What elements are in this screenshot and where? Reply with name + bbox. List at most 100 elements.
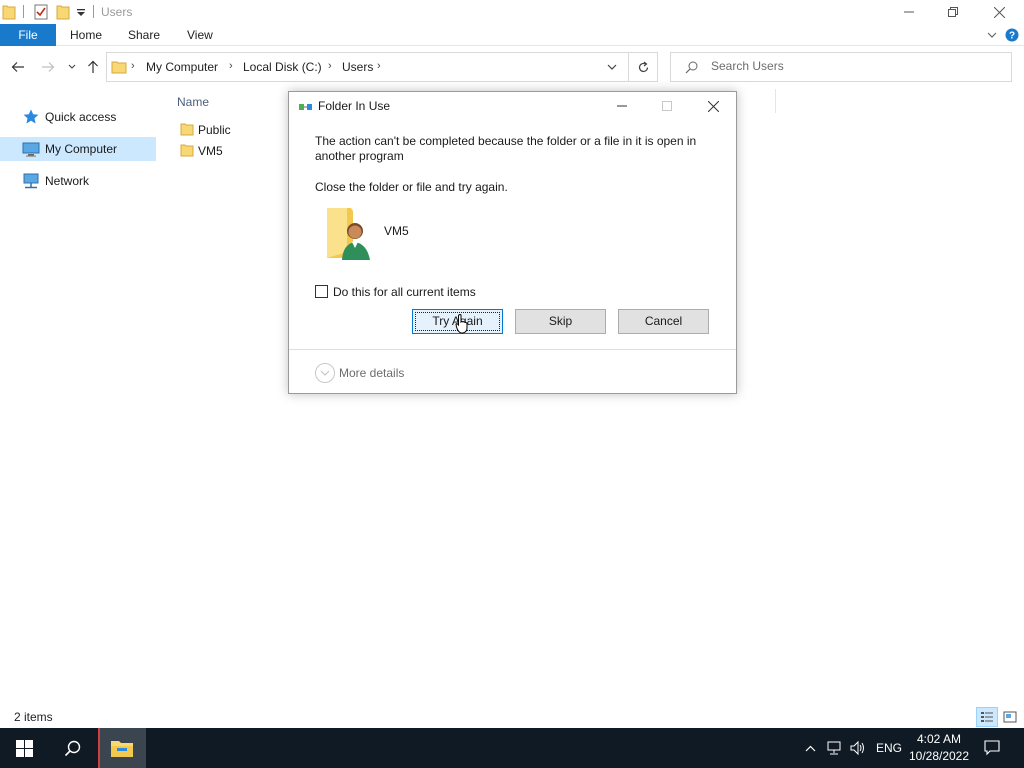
sidebar-item-label: My Computer — [45, 142, 118, 156]
navigation-pane: Quick access My Computer Network — [0, 87, 156, 705]
chevron-right-icon[interactable]: › — [131, 60, 135, 72]
large-icons-view-button[interactable] — [999, 707, 1021, 727]
show-hidden-icons-button[interactable] — [802, 728, 818, 768]
search-input[interactable] — [711, 59, 991, 73]
folder-icon — [111, 61, 127, 74]
tab-home[interactable]: Home — [70, 24, 102, 46]
sidebar-item-label: Network — [45, 174, 90, 188]
forward-arrow-icon — [42, 62, 55, 72]
apply-to-all-checkbox[interactable] — [315, 285, 328, 298]
recent-locations-button[interactable] — [62, 57, 82, 77]
svg-text:?: ? — [1009, 31, 1015, 42]
customize-toolbar-icon[interactable] — [76, 3, 86, 20]
file-name: VM5 — [198, 144, 223, 158]
user-folder-icon — [327, 208, 370, 260]
network-icon — [23, 173, 39, 189]
clock-time: 4:02 AM — [916, 732, 962, 746]
network-status-button[interactable] — [824, 728, 844, 768]
search-box[interactable] — [670, 52, 1012, 82]
windows-logo-icon — [15, 739, 33, 757]
status-bar: 2 items — [0, 705, 1024, 728]
tab-file[interactable]: File — [0, 24, 56, 46]
taskbar: ENG 4:02 AM 10/28/2022 — [0, 728, 1024, 768]
move-file-icon — [299, 104, 312, 110]
title-divider — [93, 5, 94, 18]
properties-icon[interactable] — [33, 3, 49, 20]
sidebar-item-my-computer[interactable]: My Computer — [0, 137, 156, 161]
dialog-footer: More details — [289, 349, 736, 393]
column-header-name[interactable]: Name — [177, 95, 209, 109]
maximize-icon — [662, 101, 672, 111]
refresh-button[interactable] — [628, 52, 658, 82]
tab-share[interactable]: Share — [128, 24, 160, 46]
up-button[interactable] — [83, 57, 103, 77]
more-details-button[interactable] — [315, 363, 335, 383]
dialog-message-line: The action can't be completed because th… — [315, 134, 697, 148]
minimize-icon — [904, 11, 914, 13]
input-language[interactable]: ENG — [876, 741, 902, 755]
speaker-icon — [850, 740, 864, 756]
navigation-bar: › My Computer › Local Disk (C:) › Users … — [0, 47, 1024, 87]
toolbar-divider — [23, 5, 24, 18]
start-button[interactable] — [0, 728, 48, 768]
star-icon — [23, 109, 39, 124]
search-icon — [685, 61, 698, 74]
dialog-maximize-button[interactable] — [645, 94, 689, 118]
address-bar[interactable]: › My Computer › Local Disk (C:) › Users … — [106, 52, 658, 82]
sidebar-item-label: Quick access — [45, 110, 117, 124]
dialog-title: Folder In Use — [318, 99, 391, 113]
cancel-button[interactable]: Cancel — [618, 309, 709, 334]
folder-icon[interactable] — [2, 3, 16, 20]
breadcrumb-my-computer[interactable]: My Computer — [146, 60, 218, 74]
notification-icon — [984, 740, 1000, 756]
chevron-right-icon[interactable]: › — [328, 60, 332, 72]
restore-icon — [948, 7, 958, 17]
breadcrumb-users[interactable]: Users — [342, 60, 373, 74]
chevron-right-icon[interactable]: › — [377, 60, 381, 72]
clock-date: 10/28/2022 — [908, 749, 970, 763]
file-name: Public — [198, 123, 231, 137]
apply-to-all-label[interactable]: Do this for all current items — [333, 285, 476, 299]
sidebar-item-quick-access[interactable]: Quick access — [0, 105, 156, 129]
clock[interactable]: 4:02 AM 10/28/2022 — [904, 731, 974, 765]
tab-view[interactable]: View — [187, 24, 213, 46]
taskbar-active-indicator — [98, 728, 146, 768]
details-view-button[interactable] — [976, 707, 998, 727]
close-button[interactable] — [976, 0, 1022, 24]
breadcrumb-local-disk[interactable]: Local Disk (C:) — [243, 60, 322, 74]
computer-icon — [22, 142, 40, 157]
volume-button[interactable] — [848, 728, 868, 768]
chevron-up-icon — [805, 745, 815, 751]
title-bar: Users — [0, 0, 1024, 24]
search-icon — [64, 740, 80, 756]
refresh-icon — [638, 61, 648, 72]
large-icons-view-icon — [1003, 711, 1017, 723]
dialog-minimize-button[interactable] — [600, 94, 644, 118]
taskbar-search-button[interactable] — [48, 728, 96, 768]
folder-icon — [180, 144, 194, 157]
action-center-button[interactable] — [980, 728, 1004, 768]
minimize-button[interactable] — [886, 0, 932, 24]
skip-button[interactable]: Skip — [515, 309, 606, 334]
folder-icon — [180, 123, 194, 136]
restore-button[interactable] — [930, 0, 976, 24]
forward-button[interactable] — [38, 57, 58, 77]
dialog-message-line: another program — [315, 149, 404, 163]
up-arrow-icon — [88, 60, 98, 73]
dialog-message: The action can't be completed because th… — [315, 134, 715, 164]
network-icon — [827, 741, 841, 755]
back-button[interactable] — [8, 57, 28, 77]
dialog-close-button[interactable] — [691, 94, 735, 118]
chevron-right-icon[interactable]: › — [229, 60, 233, 72]
column-divider[interactable] — [775, 89, 776, 113]
new-folder-icon[interactable] — [56, 3, 70, 20]
help-icon[interactable]: ? — [1005, 28, 1019, 42]
expand-ribbon-icon[interactable] — [985, 28, 999, 42]
hand-cursor-icon — [455, 314, 468, 334]
ribbon: File Home Share View ? — [0, 24, 1024, 46]
chevron-down-icon — [68, 64, 76, 69]
sidebar-item-network[interactable]: Network — [0, 169, 156, 193]
minimize-icon — [617, 105, 627, 107]
address-history-icon[interactable] — [607, 64, 617, 71]
more-details-label[interactable]: More details — [339, 366, 404, 380]
